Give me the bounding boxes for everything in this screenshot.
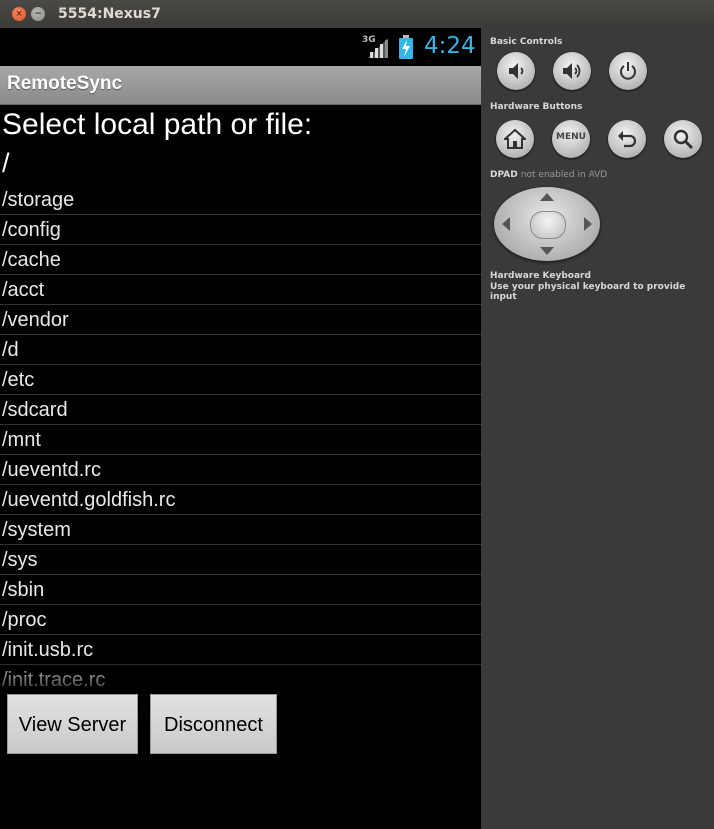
dpad-note: not enabled in AVD xyxy=(520,170,608,180)
minimize-icon[interactable]: − xyxy=(31,7,45,21)
file-list-item[interactable]: /ueventd.rc xyxy=(0,455,481,485)
keyboard-note: Use your physical keyboard to provide in… xyxy=(490,282,686,302)
emulator-controls: Basic Controls Hardware Buttons MENU DPA… xyxy=(481,28,714,829)
menu-button[interactable]: MENU xyxy=(552,120,590,158)
back-button[interactable] xyxy=(608,120,646,158)
signal-icon xyxy=(368,38,388,58)
file-list-item[interactable]: /config xyxy=(0,215,481,245)
file-list-item[interactable]: /acct xyxy=(0,275,481,305)
dpad[interactable] xyxy=(494,187,600,261)
current-path: / xyxy=(2,148,10,178)
file-list[interactable]: /storage/config/cache/acct/vendor/d/etc /… xyxy=(0,185,481,690)
view-server-button[interactable]: View Server xyxy=(7,694,138,754)
file-list-item[interactable]: /sbin xyxy=(0,575,481,605)
battery-icon xyxy=(399,35,413,59)
file-list-item[interactable]: /proc xyxy=(0,605,481,635)
file-list-item[interactable]: /vendor xyxy=(0,305,481,335)
basic-controls-label: Basic Controls xyxy=(490,37,563,47)
file-list-item[interactable]: /d xyxy=(0,335,481,365)
keyboard-label: Hardware Keyboard xyxy=(490,271,591,281)
volume-up-button[interactable] xyxy=(553,52,591,90)
dpad-right-icon xyxy=(584,217,592,231)
status-bar: 3G 4:24 xyxy=(0,28,481,66)
hardware-buttons-label: Hardware Buttons xyxy=(490,102,583,112)
window-title: 5554:Nexus7 xyxy=(58,6,161,22)
search-icon xyxy=(673,129,694,150)
file-list-item[interactable]: /etc xyxy=(0,365,481,395)
close-icon[interactable]: × xyxy=(12,7,26,21)
search-button[interactable] xyxy=(664,120,702,158)
back-icon xyxy=(618,131,637,148)
dpad-down-icon xyxy=(540,247,554,255)
app-title: RemoteSync xyxy=(7,73,123,94)
file-list-item[interactable]: /sys xyxy=(0,545,481,575)
device-screen: 3G 4:24 RemoteSync Select local path or … xyxy=(0,28,481,829)
menu-label: MENU xyxy=(556,132,586,142)
file-list-item[interactable]: /sdcard xyxy=(0,395,481,425)
volume-up-icon xyxy=(563,63,581,79)
dpad-label: DPAD not enabled in AVD xyxy=(490,170,608,180)
dpad-up-icon xyxy=(540,193,554,201)
file-list-item[interactable]: /init.trace.rc xyxy=(0,665,481,690)
power-button[interactable] xyxy=(609,52,647,90)
action-bar: RemoteSync xyxy=(0,66,481,105)
file-list-item[interactable]: /cache xyxy=(0,245,481,275)
home-button[interactable] xyxy=(496,120,534,158)
file-list-item[interactable]: /system xyxy=(0,515,481,545)
home-icon xyxy=(504,128,526,149)
power-icon xyxy=(620,62,636,80)
disconnect-button[interactable]: Disconnect xyxy=(150,694,277,754)
dpad-center xyxy=(530,211,566,239)
file-list-item[interactable]: /init.usb.rc xyxy=(0,635,481,665)
window-titlebar: × − 5554:Nexus7 xyxy=(0,0,714,29)
dpad-left-icon xyxy=(502,217,510,231)
path-prompt: Select local path or file: xyxy=(2,108,313,141)
file-list-item[interactable]: /mnt xyxy=(0,425,481,455)
volume-down-icon xyxy=(509,63,524,79)
file-list-item[interactable]: /storage xyxy=(0,185,481,215)
volume-down-button[interactable] xyxy=(497,52,535,90)
clock: 4:24 xyxy=(424,33,476,59)
file-list-item[interactable]: /ueventd.goldfish.rc xyxy=(0,485,481,515)
